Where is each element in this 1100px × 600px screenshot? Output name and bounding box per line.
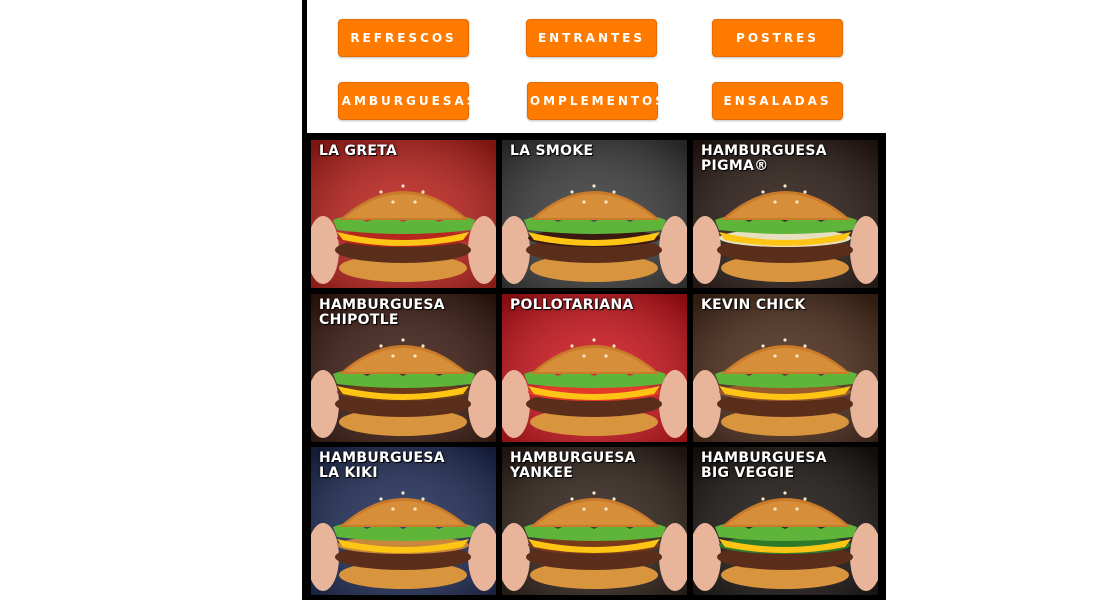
menu-item-chipotle[interactable]: HAMBURGUESA CHIPOTLE xyxy=(311,294,496,442)
menu-item-la-smoke[interactable]: LA SMOKE xyxy=(502,140,687,288)
menu-item-big-veggie[interactable]: HAMBURGUESA BIG VEGGIE xyxy=(693,447,878,595)
menu-item-pollotariana[interactable]: POLLOTARIANA xyxy=(502,294,687,442)
menu-item-title: LA SMOKE xyxy=(510,143,594,159)
menu-item-la-kiki[interactable]: HAMBURGUESA LA KIKI xyxy=(311,447,496,595)
category-button-entrantes[interactable]: ENTRANTES xyxy=(526,19,657,57)
menu-item-title: KEVIN CHICK xyxy=(701,297,806,313)
category-button-refrescos[interactable]: REFRESCOS xyxy=(338,19,469,57)
category-button-hamburguesas[interactable]: HAMBURGUESAS xyxy=(329,82,475,120)
menu-item-title: HAMBURGUESA PIGMA® xyxy=(701,143,827,174)
menu-item-la-greta[interactable]: LA GRETA xyxy=(311,140,496,288)
menu-item-yankee[interactable]: HAMBURGUESA YANKEE xyxy=(502,447,687,595)
menu-item-kevin-chick[interactable]: KEVIN CHICK xyxy=(693,294,878,442)
menu-item-title: HAMBURGUESA YANKEE xyxy=(510,450,636,481)
menu-item-title: LA GRETA xyxy=(319,143,398,159)
menu-item-title: HAMBURGUESA LA KIKI xyxy=(319,450,445,481)
category-button-complementos[interactable]: COMPLEMENTOS xyxy=(518,82,664,120)
category-button-ensaladas[interactable]: ENSALADAS xyxy=(712,82,843,120)
menu-item-title: HAMBURGUESA CHIPOTLE xyxy=(319,297,445,328)
burger-grid-right-border xyxy=(880,133,886,600)
menu-item-title: POLLOTARIANA xyxy=(510,297,634,313)
menu-item-title: HAMBURGUESA BIG VEGGIE xyxy=(701,450,827,481)
category-button-postres[interactable]: POSTRES xyxy=(712,19,843,57)
menu-item-pigma[interactable]: HAMBURGUESA PIGMA® xyxy=(693,140,878,288)
